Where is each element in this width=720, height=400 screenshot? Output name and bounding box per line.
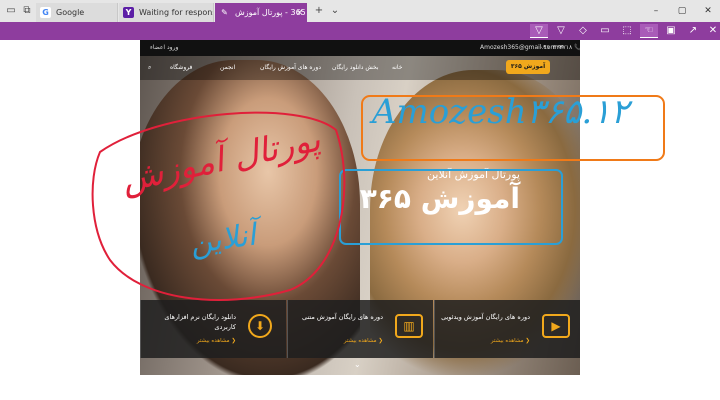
nav-free-courses[interactable]: دوره های آموزش رایگان (260, 56, 321, 80)
video-course-icon: ▶ (542, 314, 570, 338)
card-text-courses[interactable]: ▥ دوره های رایگان آموزش متنی مشاهده بیشت… (287, 300, 433, 358)
site-top-bar: ورود اعضاء Amozesh365@gmail.com ✉ ۰۹۱۰۳۳… (140, 40, 580, 56)
highlighter-icon[interactable]: ▽ (552, 24, 570, 38)
nav-shop[interactable]: فروشگاه (170, 56, 192, 80)
nav-free-download[interactable]: بخش دانلود رایگان (332, 56, 379, 80)
card-more-link[interactable]: مشاهده بیشتر ❯ (344, 338, 383, 344)
feature-cards: ⬇ دانلود رایگان نرم افزارهای کاربردی مشا… (140, 300, 580, 360)
google-g-icon: G (40, 7, 51, 18)
new-tab-button[interactable]: + (312, 4, 326, 18)
scroll-down-icon[interactable]: ⌄ (354, 360, 361, 369)
ink-pen-icon: ✎ (221, 8, 228, 17)
add-note-icon[interactable]: ▭ (596, 24, 614, 38)
eraser-icon[interactable]: ◇ (574, 24, 592, 38)
ballpoint-pen-icon[interactable]: ▽ (530, 24, 548, 38)
hero-text: پورتال آموزش آنلاین آموزش ۳۶۵ (360, 168, 520, 217)
ink-orange-text: Amozesh۳۶۵.۱۲ (372, 92, 629, 132)
save-icon[interactable]: ▣ (662, 24, 680, 38)
tab-amozesh365[interactable]: ✎ آموزش 365 - پورتال آموزش ✕ (215, 3, 307, 22)
phone-text: ۰۹۱۰۳۳۳۷۱۸ 📞 (540, 44, 580, 51)
site-logo[interactable]: آموزش ۳۶۵ (506, 60, 550, 74)
exit-icon[interactable]: ✕ (704, 24, 720, 38)
site-container: ورود اعضاء Amozesh365@gmail.com ✉ ۰۹۱۰۳۳… (140, 40, 580, 375)
card-software-download[interactable]: ⬇ دانلود رایگان نرم افزارهای کاربردی مشا… (140, 300, 286, 358)
browser-tab-bar: ▭ ⧉ G Google Y Waiting for response from… (0, 0, 720, 22)
login-link[interactable]: ورود اعضاء (150, 40, 178, 56)
minimize-icon[interactable]: – (646, 2, 666, 20)
card-video-courses[interactable]: ▶ دوره های رایگان آموزش ویدئویی مشاهده ب… (434, 300, 580, 358)
nav-forum[interactable]: انجمن (220, 56, 235, 80)
tab-google[interactable]: G Google (36, 3, 118, 22)
window-close-icon[interactable]: ✕ (698, 2, 718, 20)
hero-title: آموزش ۳۶۵ (359, 182, 520, 215)
card-more-link[interactable]: مشاهده بیشتر ❯ (491, 338, 530, 344)
share-icon[interactable]: ↗ (684, 24, 702, 38)
yahoo-y-icon: Y (123, 7, 134, 18)
tabs-aside-list-icon[interactable]: ⧉ (20, 4, 34, 18)
nav-home[interactable]: خانه (392, 56, 402, 80)
book-icon: ▥ (395, 314, 423, 338)
tab-waiting[interactable]: Y Waiting for response from (119, 3, 214, 22)
download-icon: ⬇ (248, 314, 272, 338)
card-more-link[interactable]: مشاهده بیشتر ❯ (197, 338, 236, 344)
maximize-icon[interactable]: ▢ (672, 2, 692, 20)
hero-subtitle: پورتال آموزش آنلاین (427, 168, 520, 181)
search-icon[interactable]: ⌕ (148, 56, 151, 80)
touch-write-icon[interactable]: ☜ (640, 24, 658, 38)
web-note-toolbar: ▽ ▽ ◇ ▭ ⬚ ☜ ▣ ↗ ✕ (0, 22, 720, 40)
clip-icon[interactable]: ⬚ (618, 24, 636, 38)
tab-close-icon[interactable]: ✕ (296, 3, 303, 22)
tab-preview-button[interactable]: ⌄ (328, 4, 342, 18)
set-tabs-aside-icon[interactable]: ▭ (4, 4, 18, 18)
